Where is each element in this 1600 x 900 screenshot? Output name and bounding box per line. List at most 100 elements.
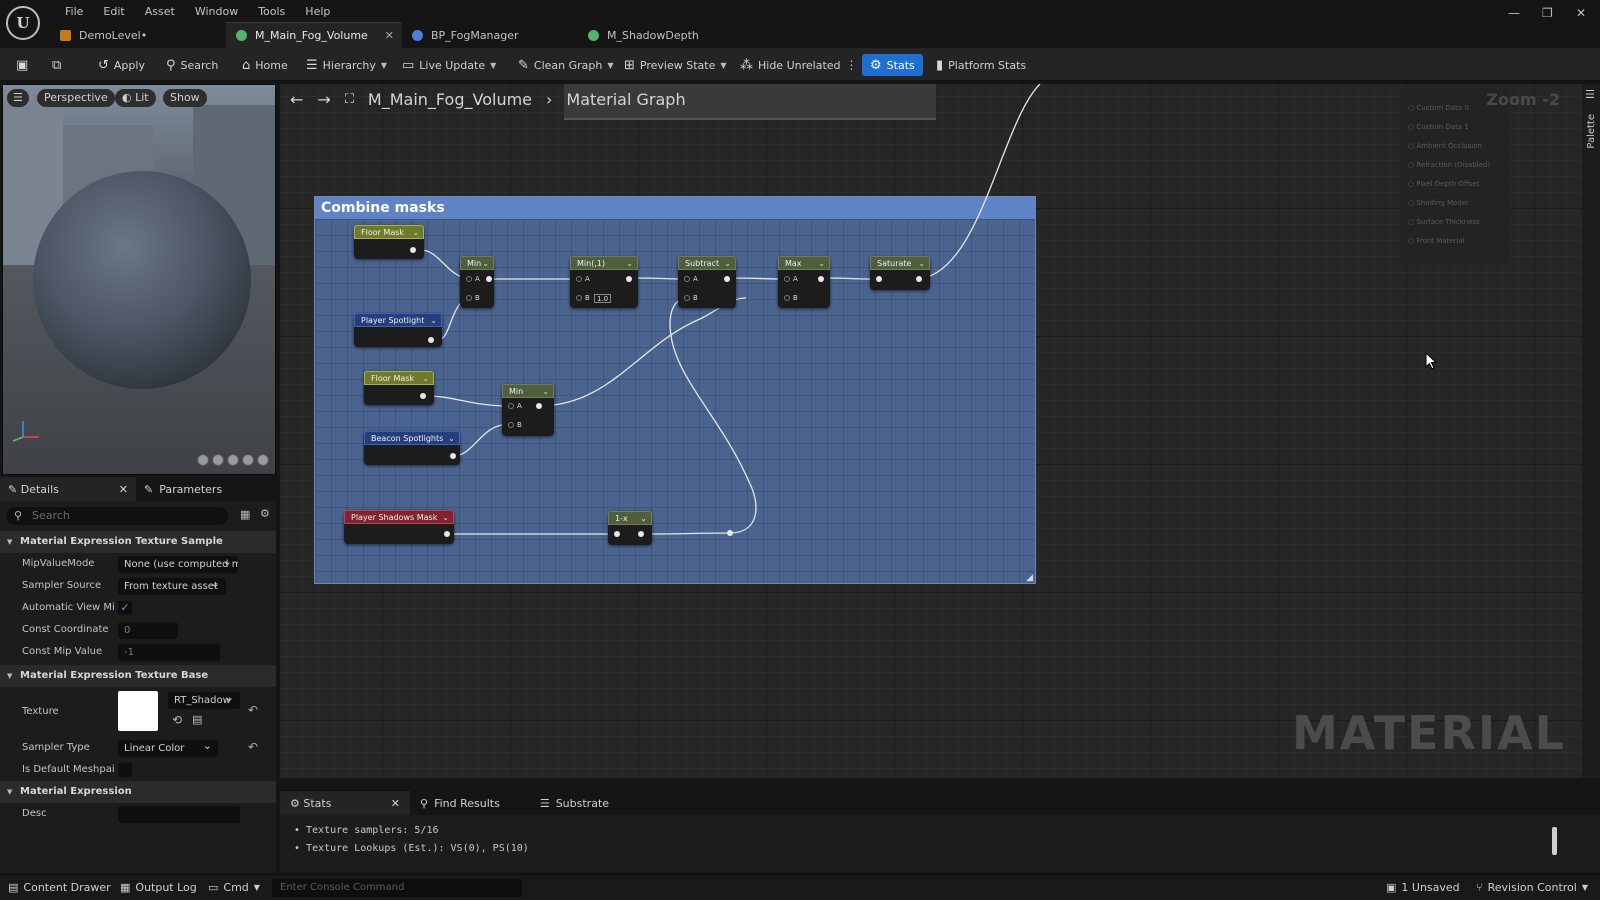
result-pin[interactable]: Surface Thickness <box>1408 218 1480 226</box>
const-mip-value-input[interactable]: -1 <box>118 644 220 661</box>
output-pin[interactable] <box>486 276 492 282</box>
mip-value-mode-dropdown[interactable]: None (use computed m <box>118 556 238 573</box>
sampler-source-dropdown[interactable]: From texture asset <box>118 578 226 595</box>
hide-unrelated-button[interactable]: ⁂ Hide Unrelated ⋮ <box>736 54 862 76</box>
automatic-view-mip-checkbox[interactable]: ✓ <box>118 601 132 615</box>
close-tab-icon[interactable]: ✕ <box>385 29 394 42</box>
chevron-down-icon[interactable]: ⌄ <box>448 432 455 446</box>
menu-file[interactable]: File <box>55 3 93 21</box>
details-search-input[interactable]: ⚲ Search <box>6 507 228 525</box>
revision-control-button[interactable]: ⑂ Revision Control ▼ <box>1476 879 1588 897</box>
save-button[interactable]: ▣ <box>12 54 32 76</box>
input-pin-b[interactable] <box>784 295 790 301</box>
back-arrow-icon[interactable]: ← <box>290 90 303 109</box>
preview-state-button[interactable]: ⊞ Preview State ▼ <box>620 54 731 76</box>
live-update-button[interactable]: ▭ Live Update ▼ <box>398 54 500 76</box>
input-pin[interactable] <box>614 531 620 537</box>
menu-window[interactable]: Window <box>185 3 248 21</box>
input-pin-b[interactable] <box>684 295 690 301</box>
palette-tab[interactable]: ☰ Palette <box>1582 84 1600 778</box>
tab-parameters[interactable]: ✎ Parameters <box>136 477 230 501</box>
tab-details[interactable]: ✎ Details ✕ <box>0 477 136 501</box>
unsaved-button[interactable]: ▣ 1 Unsaved <box>1386 879 1460 897</box>
cmd-dropdown[interactable]: ▭ Cmd ▼ <box>208 879 260 897</box>
output-pin[interactable] <box>724 276 730 282</box>
node-saturate[interactable]: Saturate ⌄ <box>870 256 930 290</box>
menu-edit[interactable]: Edit <box>93 3 134 21</box>
reset-arrow-icon[interactable]: ↶ <box>248 703 258 717</box>
search-button[interactable]: ⚲ Search <box>162 54 222 76</box>
close-icon[interactable]: ✕ <box>391 797 400 810</box>
output-pin[interactable] <box>916 276 922 282</box>
node-subtract[interactable]: Subtract ⌄ A B <box>678 256 736 308</box>
node-player-spotlight[interactable]: Player Spotlight ⌄ <box>354 313 442 347</box>
chevron-down-icon[interactable]: ⌄ <box>422 372 429 386</box>
chevron-down-icon[interactable]: ⌄ <box>918 257 925 271</box>
chevron-down-icon[interactable]: ⌄ <box>412 226 419 240</box>
minimize-icon[interactable]: — <box>1508 6 1520 20</box>
node-min-2[interactable]: Min ⌄ A B <box>502 384 554 436</box>
close-icon[interactable]: ✕ <box>119 483 128 496</box>
hierarchy-button[interactable]: ☰ Hierarchy ▼ <box>302 54 391 76</box>
input-pin-b[interactable] <box>466 295 472 301</box>
input-pin-a[interactable] <box>508 403 514 409</box>
clean-graph-button[interactable]: ✎ Clean Graph ▼ <box>514 54 618 76</box>
result-pin[interactable]: Front Material <box>1408 237 1464 245</box>
node-min-1[interactable]: Min ⌄ A B <box>460 256 494 308</box>
palette-menu-icon[interactable]: ☰ <box>1585 88 1595 101</box>
resize-handle-icon[interactable]: ◢ <box>1026 573 1033 583</box>
console-input[interactable]: Enter Console Command <box>272 879 522 897</box>
scrollbar-thumb[interactable] <box>1552 827 1557 855</box>
menu-tools[interactable]: Tools <box>248 3 295 21</box>
result-pin[interactable]: Pixel Depth Offset <box>1408 180 1479 188</box>
mesh-preview-icon[interactable] <box>257 454 269 466</box>
home-button[interactable]: ⌂ Home <box>238 54 292 76</box>
section-texture-base[interactable]: Material Expression Texture Base <box>0 665 276 687</box>
result-pin[interactable]: Ambient Occlusion <box>1408 142 1482 150</box>
tab-bp-fogmanager[interactable]: BP_FogManager <box>402 22 578 48</box>
node-max[interactable]: Max ⌄ A B <box>778 256 830 308</box>
reset-arrow-icon[interactable]: ↶ <box>248 740 258 754</box>
breadcrumb-graph[interactable]: Material Graph <box>566 90 685 109</box>
graph-hierarchy-icon[interactable]: ⛶ <box>345 92 354 107</box>
gear-icon[interactable]: ⚙ <box>260 507 270 520</box>
preview-viewport[interactable]: ☰ Perspective ◐ Lit Show <box>2 84 276 475</box>
input-pin-a[interactable] <box>466 276 472 282</box>
node-player-shadows-mask[interactable]: Player Shadows Mask ⌄ <box>344 510 454 544</box>
node-floor-mask-2[interactable]: Floor Mask ⌄ <box>364 371 434 405</box>
table-view-icon[interactable]: ▦ <box>240 508 250 521</box>
perspective-button[interactable]: Perspective <box>37 89 115 107</box>
reroute-node[interactable] <box>727 530 733 536</box>
const-b-input[interactable]: 1.0 <box>594 294 612 303</box>
tab-substrate[interactable]: ☰ Substrate <box>530 791 619 815</box>
result-pin[interactable]: Custom Data 0 <box>1408 104 1468 112</box>
tab-find-results[interactable]: ⚲ Find Results <box>410 791 510 815</box>
platform-stats-button[interactable]: ▮ Platform Stats <box>932 54 1030 76</box>
input-pin-a[interactable] <box>684 276 690 282</box>
output-log-button[interactable]: ▦ Output Log <box>120 879 197 897</box>
texture-asset-dropdown[interactable]: RT_Shadow <box>168 692 240 709</box>
use-selected-icon[interactable]: ⟲ <box>172 713 182 727</box>
output-pin[interactable] <box>536 403 542 409</box>
unreal-logo-icon[interactable]: U <box>6 6 40 40</box>
tab-demolevel[interactable]: DemoLevel• <box>50 22 226 48</box>
chevron-down-icon[interactable]: ⌄ <box>724 257 731 271</box>
tab-m-shadowdepth[interactable]: M_ShadowDepth <box>578 22 754 48</box>
output-pin[interactable] <box>818 276 824 282</box>
result-pin[interactable]: Shading Model <box>1408 199 1468 207</box>
node-floor-mask-1[interactable]: Floor Mask ⌄ <box>354 225 424 259</box>
restore-icon[interactable]: ❐ <box>1542 6 1553 20</box>
close-window-icon[interactable]: ✕ <box>1576 6 1586 20</box>
tab-m-main-fog-volume[interactable]: M_Main_Fog_Volume ✕ <box>226 22 402 48</box>
chevron-down-icon[interactable]: ⌄ <box>482 257 489 271</box>
output-pin[interactable] <box>450 453 456 459</box>
chevron-down-icon[interactable]: ⌄ <box>542 385 549 399</box>
sphere-preview-icon[interactable] <box>212 454 224 466</box>
input-pin-a[interactable] <box>576 276 582 282</box>
output-pin[interactable] <box>638 531 644 537</box>
desc-input[interactable] <box>118 806 240 823</box>
is-default-meshpaint-checkbox[interactable] <box>118 763 132 777</box>
node-one-minus[interactable]: 1-x ⌄ <box>608 511 652 545</box>
chevron-down-icon[interactable]: ⌄ <box>442 511 449 525</box>
output-pin[interactable] <box>420 393 426 399</box>
